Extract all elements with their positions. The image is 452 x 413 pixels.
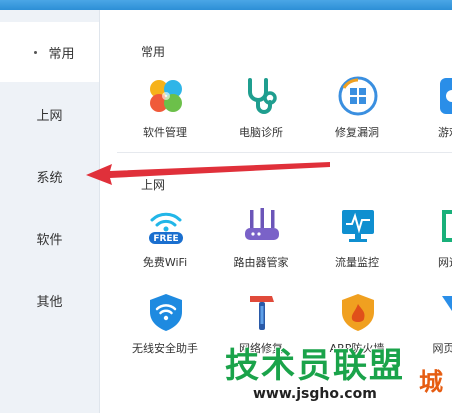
tool-label: 软件管理 <box>143 126 187 139</box>
watermark: 技术员联盟 城 www.jsgho.com <box>205 338 452 413</box>
sidebar-item-label: 软件 <box>36 232 63 248</box>
sidebar-item-label: 上网 <box>36 108 63 124</box>
tool-free-wifi[interactable]: FREE 免费WiFi <box>120 206 210 296</box>
tool-label: 游戏 <box>438 126 452 139</box>
game-icon <box>440 78 452 114</box>
sidebar-item-label: 系统 <box>36 170 63 186</box>
sidebar-item-common[interactable]: 常用 <box>0 22 99 82</box>
section-title-common: 常用 <box>141 45 166 59</box>
sidebar-item-other[interactable]: 其他 <box>0 270 99 330</box>
sidebar-item-system[interactable]: 系统 <box>0 146 99 206</box>
monitor-icon <box>342 210 374 242</box>
wifi-shield-icon <box>150 294 182 331</box>
router-icon <box>245 208 279 240</box>
tool-label: 修复漏洞 <box>335 126 379 139</box>
tool-label: 网速 <box>438 256 452 269</box>
sidebar-item-software[interactable]: 软件 <box>0 208 99 268</box>
tool-label: 无线安全助手 <box>132 342 198 355</box>
section-divider <box>117 152 452 153</box>
sidebar-item-label: 其他 <box>36 294 63 310</box>
stethoscope-icon <box>248 78 277 114</box>
tool-label: 路由器管家 <box>233 256 289 269</box>
window-top-bar <box>0 0 452 10</box>
windows-repair-icon <box>338 76 378 116</box>
tool-router-manager[interactable]: 路由器管家 <box>216 206 306 296</box>
tool-label: 免费WiFi <box>142 256 188 269</box>
funnel-icon <box>442 296 452 311</box>
active-dot-icon <box>34 51 37 54</box>
wifi-free-icon: FREE <box>149 212 183 244</box>
hammer-icon <box>250 296 274 330</box>
watermark-suffix: 城 <box>419 368 443 396</box>
tool-label: 流量监控 <box>335 256 379 269</box>
tool-traffic-monitor[interactable]: 流量监控 <box>312 206 402 296</box>
tool-wireless-security[interactable]: 无线安全助手 <box>120 292 210 382</box>
watermark-title: 技术员联盟 <box>225 346 405 386</box>
clover-icon <box>150 80 182 112</box>
sidebar-item-internet[interactable]: 上网 <box>0 84 99 144</box>
sidebar-item-label: 常用 <box>48 46 75 62</box>
free-badge-text: FREE <box>153 234 178 244</box>
watermark-url: www.jsgho.com <box>253 386 377 402</box>
sidebar: 常用 上网 系统 软件 其他 <box>0 10 100 413</box>
firewall-icon <box>342 294 374 331</box>
tool-net-speed[interactable]: 网速 <box>404 206 452 296</box>
section-title-internet: 上网 <box>141 178 166 192</box>
speed-icon <box>442 210 452 242</box>
tool-label: 电脑诊所 <box>239 126 283 139</box>
